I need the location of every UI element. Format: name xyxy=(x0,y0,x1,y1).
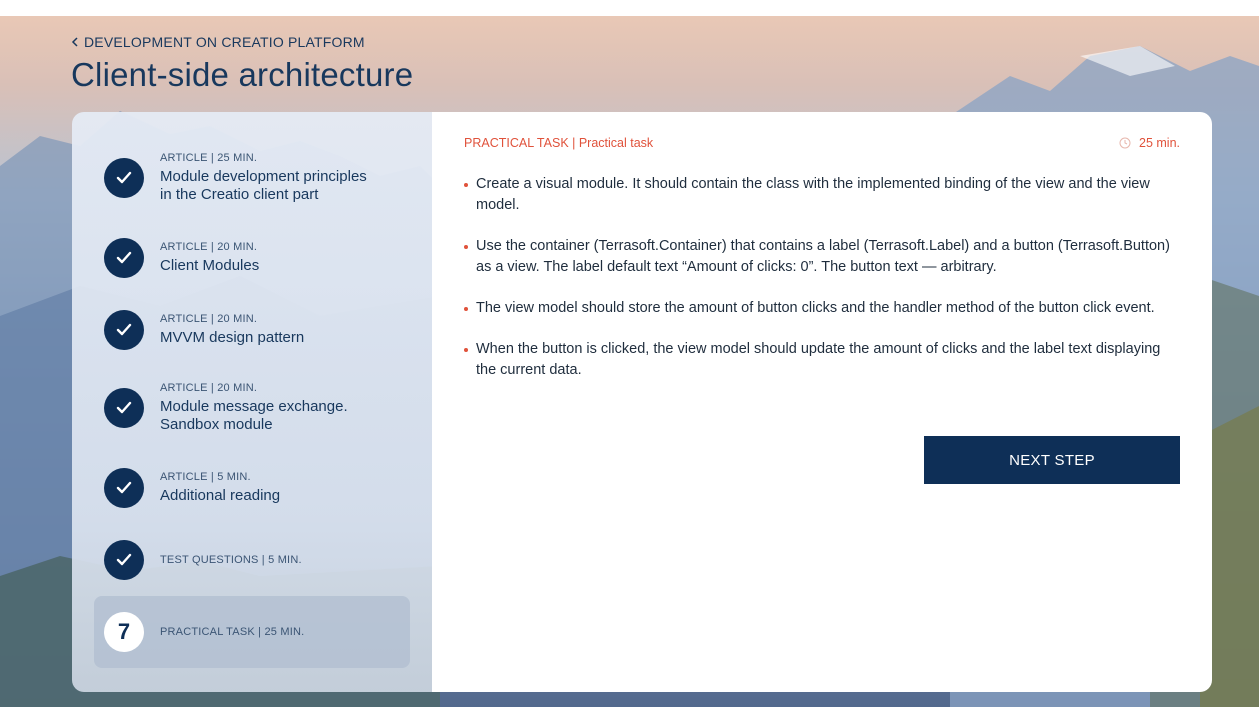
list-item: The view model should store the amount o… xyxy=(464,298,1176,319)
breadcrumb[interactable]: DEVELOPMENT ON CREATIO PLATFORM xyxy=(71,34,365,50)
step-meta: ARTICLE | 25 MIN. xyxy=(160,152,258,164)
step-title: MVVM design pattern xyxy=(160,329,305,346)
task-bullets: Create a visual module. It should contai… xyxy=(464,174,1176,401)
task-duration: 25 min. xyxy=(1119,136,1180,150)
step-meta: ARTICLE | 5 MIN. xyxy=(160,471,251,483)
top-bar xyxy=(0,0,1259,16)
step-number-badge: 7 xyxy=(104,612,144,652)
step-meta: PRACTICAL TASK | 25 MIN. xyxy=(160,626,305,638)
task-panel: PRACTICAL TASK | Practical task 25 min. … xyxy=(432,112,1212,692)
steps-sidebar: ARTICLE | 25 MIN. Module development pri… xyxy=(72,112,432,692)
list-item: When the button is clicked, the view mod… xyxy=(464,339,1176,381)
step-item-mvvm[interactable]: ARTICLE | 20 MIN. MVVM design pattern xyxy=(94,310,410,350)
chevron-left-icon xyxy=(71,37,78,47)
completed-check-icon xyxy=(104,310,144,350)
step-meta: ARTICLE | 20 MIN. xyxy=(160,241,258,253)
step-number: 7 xyxy=(117,619,131,644)
completed-check-icon xyxy=(104,388,144,428)
step-meta: ARTICLE | 20 MIN. xyxy=(160,313,258,325)
step-meta: ARTICLE | 20 MIN. xyxy=(160,382,258,394)
task-meta: PRACTICAL TASK | Practical task xyxy=(464,136,654,150)
step-title: Module message exchange. Sandbox module xyxy=(160,398,348,433)
course-card: ARTICLE | 25 MIN. Module development pri… xyxy=(72,112,1212,692)
duration-label: 25 min. xyxy=(1139,136,1180,150)
step-item-message-exchange[interactable]: ARTICLE | 20 MIN. Module message exchang… xyxy=(94,382,410,434)
step-item-additional-reading[interactable]: ARTICLE | 5 MIN. Additional reading xyxy=(94,468,410,508)
clock-icon xyxy=(1119,137,1131,149)
page-title: Client-side architecture xyxy=(71,56,414,93)
list-item: Use the container (Terrasoft.Container) … xyxy=(464,236,1176,278)
step-meta: TEST QUESTIONS | 5 MIN. xyxy=(160,554,302,566)
step-item-module-development[interactable]: ARTICLE | 25 MIN. Module development pri… xyxy=(94,152,410,204)
step-title: Client Modules xyxy=(160,257,260,274)
step-item-client-modules[interactable]: ARTICLE | 20 MIN. Client Modules xyxy=(94,238,410,278)
step-item-practical-task[interactable]: 7 PRACTICAL TASK | 25 MIN. xyxy=(94,596,410,668)
step-title: Additional reading xyxy=(160,487,281,504)
list-item: Create a visual module. It should contai… xyxy=(464,174,1176,216)
step-item-test-questions[interactable]: TEST QUESTIONS | 5 MIN. xyxy=(94,540,410,580)
completed-check-icon xyxy=(104,468,144,508)
completed-check-icon xyxy=(104,158,144,198)
breadcrumb-label: DEVELOPMENT ON CREATIO PLATFORM xyxy=(84,34,365,50)
completed-check-icon xyxy=(104,238,144,278)
completed-check-icon xyxy=(104,540,144,580)
step-title: Module development principles in the Cre… xyxy=(160,168,367,203)
next-step-button[interactable]: NEXT STEP xyxy=(924,436,1180,484)
